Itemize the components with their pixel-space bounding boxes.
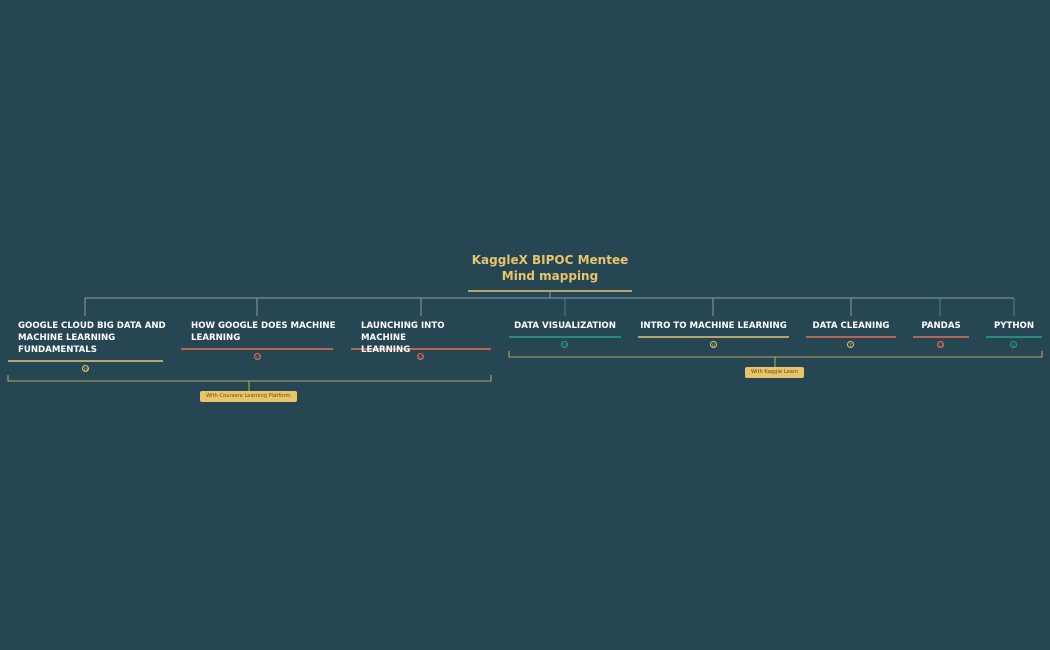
- summary-callout-kaggle[interactable]: With Kaggle Learn: [745, 367, 805, 378]
- root-title-line-1: KaggleX BIPOC Mentee: [471, 253, 629, 267]
- topic-data-cleaning[interactable]: DATA CLEANING: [806, 320, 896, 332]
- topic-line: PYTHON: [993, 321, 1035, 331]
- topic-line: DATA CLEANING: [812, 321, 890, 331]
- topic-data-visualization[interactable]: DATA VISUALIZATION: [509, 320, 621, 332]
- topic-line: DATA VISUALIZATION: [514, 321, 616, 331]
- summary-bracket-coursera: [7, 375, 492, 382]
- summary-bracket-kaggle: [508, 351, 1043, 358]
- topic-pandas[interactable]: PANDAS: [913, 320, 969, 332]
- topic-count-badge[interactable]: 6: [710, 341, 717, 348]
- topic-count-badge[interactable]: 13: [937, 341, 944, 348]
- topic-intro-to-ml[interactable]: INTRO TO MACHINE LEARNING: [638, 320, 789, 332]
- topic-google-cloud-big-data[interactable]: GOOGLE CLOUD BIG DATA AND MACHINE LEARNI…: [18, 320, 168, 356]
- root-title-line-2: Mind mapping: [501, 269, 599, 283]
- topic-how-google-does-ml[interactable]: HOW GOOGLE DOES MACHINE LEARNING: [191, 320, 341, 344]
- topic-count-badge[interactable]: 17: [254, 353, 261, 360]
- topic-line: GOOGLE CLOUD BIG DATA AND: [18, 321, 166, 331]
- topic-line: LEARNING: [361, 345, 411, 355]
- topic-count-badge[interactable]: 12: [417, 353, 424, 360]
- topic-count-badge[interactable]: 7: [847, 341, 854, 348]
- topic-line: INTRO TO MACHINE LEARNING: [640, 321, 787, 331]
- topic-count-badge[interactable]: 15: [561, 341, 568, 348]
- summary-callout-coursera[interactable]: With Coursera Learning Platform: [200, 391, 297, 402]
- topic-line: FUNDAMENTALS: [18, 345, 97, 355]
- topic-line: LAUNCHING INTO MACHINE: [361, 321, 445, 343]
- topic-line: HOW GOOGLE DOES MACHINE: [191, 321, 336, 331]
- topic-line: MACHINE LEARNING: [18, 333, 116, 343]
- topic-line: PANDAS: [921, 321, 961, 331]
- root-topic[interactable]: KaggleX BIPOC Mentee Mind mapping: [468, 252, 632, 284]
- topic-launching-into-ml[interactable]: LAUNCHING INTO MACHINE LEARNING: [361, 320, 491, 356]
- topic-line: LEARNING: [191, 333, 241, 343]
- topic-count-badge[interactable]: 4: [1010, 341, 1017, 348]
- topic-count-badge[interactable]: 19: [82, 365, 89, 372]
- topic-python[interactable]: PYTHON: [986, 320, 1042, 332]
